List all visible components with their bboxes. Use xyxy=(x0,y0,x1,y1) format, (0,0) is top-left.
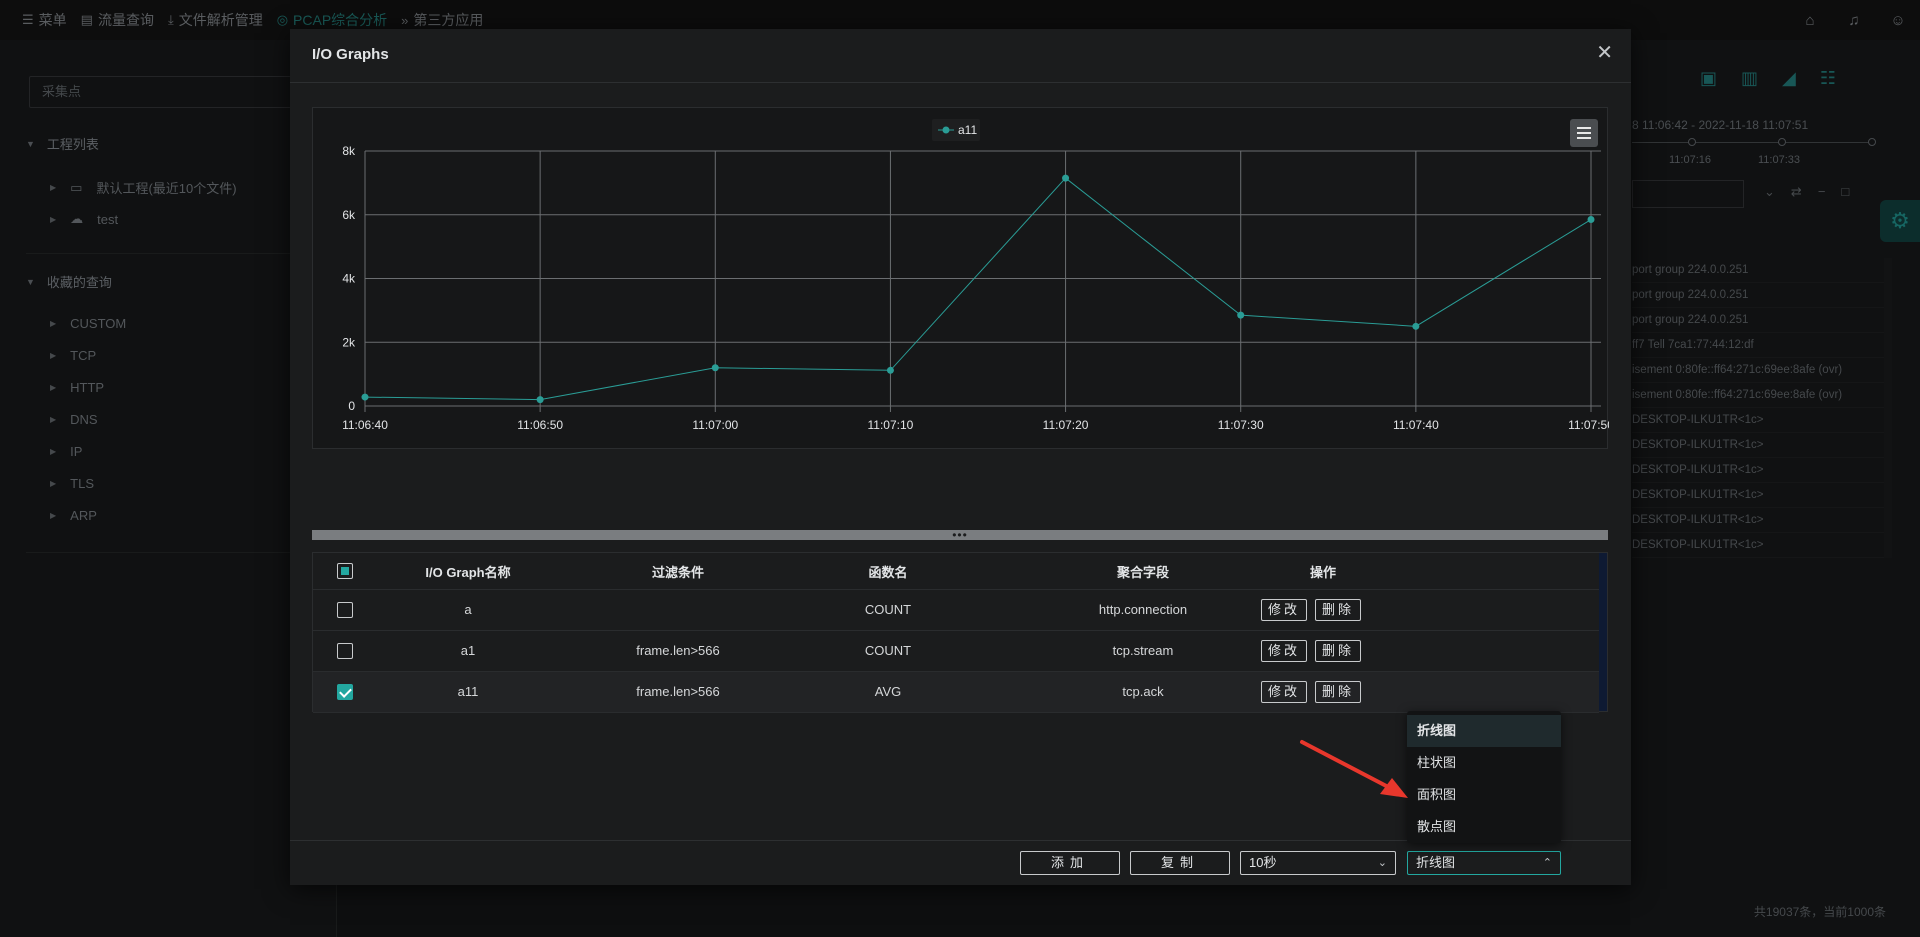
chart-type-select[interactable]: 折线图 ⌃ xyxy=(1407,851,1561,875)
data-point xyxy=(711,364,719,372)
legend-label: a11 xyxy=(958,123,977,137)
x-tick-label: 11:06:50 xyxy=(517,418,563,432)
header-filter: 过滤条件 xyxy=(651,564,704,580)
copy-button[interactable]: 复制 xyxy=(1130,851,1230,875)
delete-button[interactable]: 删除 xyxy=(1315,681,1361,703)
option-line[interactable]: 折线图 xyxy=(1407,715,1561,747)
x-tick-label: 11:07:10 xyxy=(868,418,914,432)
cell-name: a1 xyxy=(460,643,476,658)
data-point xyxy=(1412,322,1420,330)
x-tick-label: 11:07:30 xyxy=(1218,418,1264,432)
data-point xyxy=(886,366,894,374)
header-function: 函数名 xyxy=(868,564,908,580)
cell-field: http.connection xyxy=(1098,602,1188,617)
table-scrollbar[interactable] xyxy=(1599,553,1607,711)
row-checkbox[interactable] xyxy=(337,643,353,659)
x-tick-label: 11:07:40 xyxy=(1393,418,1439,432)
delete-button[interactable]: 删除 xyxy=(1315,640,1361,662)
header-field: 聚合字段 xyxy=(1116,564,1169,580)
edit-button[interactable]: 修改 xyxy=(1261,640,1307,662)
io-graph-chart: 0 2k 4k 6k 8k 11:06:40 11:06:50 11:07:00 11:07:1… xyxy=(312,107,1609,449)
row-checkbox[interactable] xyxy=(337,684,353,700)
interval-select[interactable]: 10秒 ⌄ xyxy=(1240,851,1396,875)
chart-menu-button[interactable] xyxy=(1570,119,1598,147)
data-point xyxy=(1587,216,1595,224)
dialog-header: I/O Graphs ✕ xyxy=(290,29,1631,83)
data-point xyxy=(361,393,369,401)
x-tick-label: 11:07:50 xyxy=(1568,418,1609,432)
chevron-down-icon: ⌄ xyxy=(1377,857,1387,869)
chevron-up-icon: ⌃ xyxy=(1542,857,1552,869)
cell-field: tcp.stream xyxy=(1112,643,1174,658)
table-row[interactable]: a1 frame.len>566 COUNT tcp.stream 修改 删除 xyxy=(313,631,1599,672)
cell-filter: frame.len>566 xyxy=(636,684,720,699)
select-all-checkbox[interactable] xyxy=(337,563,353,579)
y-tick-label: 0 xyxy=(348,399,355,413)
edit-button[interactable]: 修改 xyxy=(1261,599,1307,621)
table-row[interactable]: a COUNT http.connection 修改 删除 xyxy=(313,590,1599,631)
cell-name: a xyxy=(464,602,472,617)
chart-type-value: 折线图 xyxy=(1416,855,1456,870)
table-header: I/O Graph名称 过滤条件 函数名 聚合字段 操作 xyxy=(313,553,1599,590)
cell-name: a11 xyxy=(457,684,479,699)
chart-canvas: 0 2k 4k 6k 8k 11:06:40 11:06:50 11:07:00 11:07:1… xyxy=(342,119,1609,432)
data-point xyxy=(1237,311,1245,319)
table-row[interactable]: a11 frame.len>566 AVG tcp.ack 修改 删除 xyxy=(313,672,1599,713)
header-actions: 操作 xyxy=(1309,564,1336,580)
y-tick-label: 4k xyxy=(342,272,356,286)
option-area[interactable]: 面积图 xyxy=(1407,779,1561,811)
series-line xyxy=(364,177,1592,401)
cell-field: tcp.ack xyxy=(1122,684,1164,699)
delete-button[interactable]: 删除 xyxy=(1315,599,1361,621)
resize-handle[interactable]: ••• xyxy=(312,529,1608,541)
data-point xyxy=(1062,174,1070,182)
close-icon[interactable]: ✕ xyxy=(1596,43,1613,63)
add-button[interactable]: 添加 xyxy=(1020,851,1120,875)
io-graph-table: I/O Graph名称 过滤条件 函数名 聚合字段 操作 a COUNT htt… xyxy=(312,552,1608,713)
header-name: I/O Graph名称 xyxy=(425,564,511,580)
row-checkbox[interactable] xyxy=(337,602,353,618)
option-bar[interactable]: 柱状图 xyxy=(1407,747,1561,779)
edit-button[interactable]: 修改 xyxy=(1261,681,1307,703)
cell-filter: frame.len>566 xyxy=(636,643,720,658)
interval-value: 10秒 xyxy=(1249,855,1277,870)
cell-function: AVG xyxy=(874,684,902,699)
annotation-arrow xyxy=(1300,740,1408,798)
y-tick-label: 2k xyxy=(342,335,356,349)
x-tick-label: 11:07:00 xyxy=(692,418,738,432)
x-tick-label: 11:07:20 xyxy=(1043,418,1089,432)
dialog-title: I/O Graphs xyxy=(312,46,389,63)
data-point xyxy=(536,396,544,404)
option-scatter[interactable]: 散点图 xyxy=(1407,811,1561,843)
x-tick-label: 11:06:40 xyxy=(342,418,388,432)
chart-type-dropdown: 折线图 柱状图 面积图 散点图 xyxy=(1407,711,1561,843)
y-tick-label: 8k xyxy=(342,144,356,158)
y-tick-label: 6k xyxy=(342,208,356,222)
cell-function: COUNT xyxy=(864,602,912,617)
legend-swatch-point xyxy=(942,126,950,134)
cell-function: COUNT xyxy=(864,643,912,658)
